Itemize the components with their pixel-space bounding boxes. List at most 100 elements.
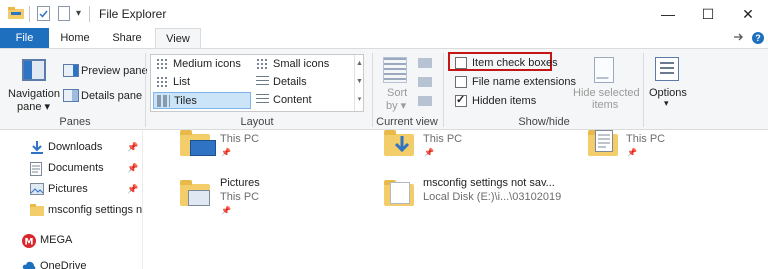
details-icon [256,76,269,88]
tile-downloads[interactable]: This PC 📌 [380,130,560,166]
tile-desktop[interactable]: This PC 📌 [176,130,356,166]
window-title: File Explorer [99,7,167,21]
hidden-items-checkbox[interactable] [455,93,467,107]
mega-icon: M [22,234,36,248]
nav-item-label: Downloads [48,141,103,153]
close-button[interactable]: ✕ [728,0,768,28]
ribbon-tab-bar: File Home Share View ? [0,28,768,49]
pin-icon[interactable]: 📌 [127,163,138,174]
layout-list[interactable]: List [153,74,251,91]
layout-option-label: Details [273,76,307,88]
item-check-boxes-checkbox[interactable] [455,57,467,69]
medium-icons-icon [156,58,169,70]
layout-gallery-scrollbar[interactable]: ▲ ▼ ▾ [354,55,364,111]
nav-item-msconfig-settings[interactable]: msconfig settings n [0,201,142,221]
nav-item-label: Pictures [48,183,88,195]
quick-access-divider [29,6,30,22]
navigation-pane-button[interactable]: Navigation [8,88,60,100]
details-pane-button[interactable]: Details pane [81,90,142,102]
nav-item-documents[interactable]: Documents 📌 [0,159,142,179]
tile-documents[interactable]: This PC 📌 [584,130,764,166]
new-folder-icon[interactable] [58,6,70,21]
help-icon[interactable]: ? [752,32,764,44]
pictures-icon [30,183,44,196]
nav-item-downloads[interactable]: Downloads 📌 [0,138,142,158]
tab-home[interactable]: Home [52,28,98,48]
file-explorer-app-icon[interactable] [8,6,24,19]
group-label-layout: Layout [240,116,274,128]
tile-location: Local Disk (E:)\i...\03102019 [423,191,562,203]
scroll-down-icon[interactable]: ▼ [355,73,364,91]
file-icon [390,182,410,204]
pin-icon: 📌 [221,148,231,157]
tab-share[interactable]: Share [104,28,150,48]
maximize-button[interactable]: ☐ [688,0,728,28]
preview-pane-icon [63,64,79,77]
nav-item-pictures[interactable]: Pictures 📌 [0,180,142,200]
document-icon [30,162,44,176]
tile-location: This PC [626,133,666,145]
layout-tiles[interactable]: Tiles [153,92,251,109]
tiles-icon [157,95,170,107]
group-divider [443,53,444,127]
preview-pane-button[interactable]: Preview pane [81,65,148,77]
list-icon [156,76,169,88]
pin-icon[interactable]: 📌 [127,184,138,195]
file-name-extensions-checkbox[interactable] [455,76,467,88]
title-bar: ▾ File Explorer — ☐ ✕ [0,0,768,28]
onedrive-icon [22,260,36,269]
tile-name: Pictures [220,177,260,189]
hide-selected-items-label[interactable]: items [592,99,618,111]
group-divider [643,53,644,127]
title-divider [89,6,90,22]
layout-option-label: Tiles [174,95,197,107]
gallery-more-icon[interactable]: ▾ [355,91,364,109]
options-dropdown-icon[interactable]: ▾ [664,98,669,109]
size-columns-icon[interactable] [418,96,432,106]
tile-location: This PC [220,133,260,145]
download-arrow-icon [393,136,411,159]
scroll-up-icon[interactable]: ▲ [355,55,364,73]
properties-icon[interactable] [37,6,50,21]
sort-by-dropdown[interactable]: by ▾ [386,99,406,112]
navigation-pane-icon[interactable] [22,59,46,81]
minimize-button[interactable]: — [648,0,688,28]
tile-name: msconfig settings not sav... [423,177,555,189]
document-icon [595,130,613,155]
tab-view[interactable]: View [155,28,201,49]
tile-pictures[interactable]: Pictures This PC 📌 [176,174,356,218]
ribbon-view: Navigation pane ▾ Preview pane Details p… [0,48,768,130]
pictures-icon [188,190,210,206]
add-columns-icon[interactable] [418,77,432,87]
hidden-items-label[interactable]: Hidden items [472,95,536,107]
layout-gallery: Medium icons Small icons List Details Ti… [150,54,364,112]
details-pane-icon [63,89,79,102]
options-icon[interactable] [655,57,679,81]
group-by-icon[interactable] [418,58,432,68]
small-icons-icon [256,58,269,70]
folder-icon [30,204,44,217]
sort-by-button[interactable]: Sort [387,87,407,99]
group-label-show-hide: Show/hide [518,116,570,128]
expand-ribbon-icon[interactable] [733,32,745,45]
content-icon [256,94,269,106]
sort-by-icon[interactable] [383,57,407,83]
tile-msconfig-settings[interactable]: msconfig settings not sav... Local Disk … [380,174,580,218]
layout-medium-icons[interactable]: Medium icons [153,56,251,73]
customize-quick-access-chevron-icon[interactable]: ▾ [76,8,81,19]
tab-file[interactable]: File [0,28,49,48]
layout-small-icons[interactable]: Small icons [253,56,351,73]
nav-item-mega[interactable]: M MEGA [0,231,142,251]
desktop-monitor-icon [190,140,216,156]
hide-selected-items-icon[interactable] [594,57,614,83]
layout-details[interactable]: Details [253,74,351,91]
layout-content[interactable]: Content [253,92,351,109]
file-name-extensions-label[interactable]: File name extensions [472,76,576,88]
group-divider [372,53,373,127]
item-check-boxes-label[interactable]: Item check boxes [472,57,558,69]
pin-icon[interactable]: 📌 [127,142,138,153]
hide-selected-items-button[interactable]: Hide selected [573,87,640,99]
nav-item-onedrive[interactable]: OneDrive [0,257,142,269]
navigation-pane-dropdown[interactable]: pane ▾ [17,100,50,113]
tile-location: This PC [423,133,463,145]
